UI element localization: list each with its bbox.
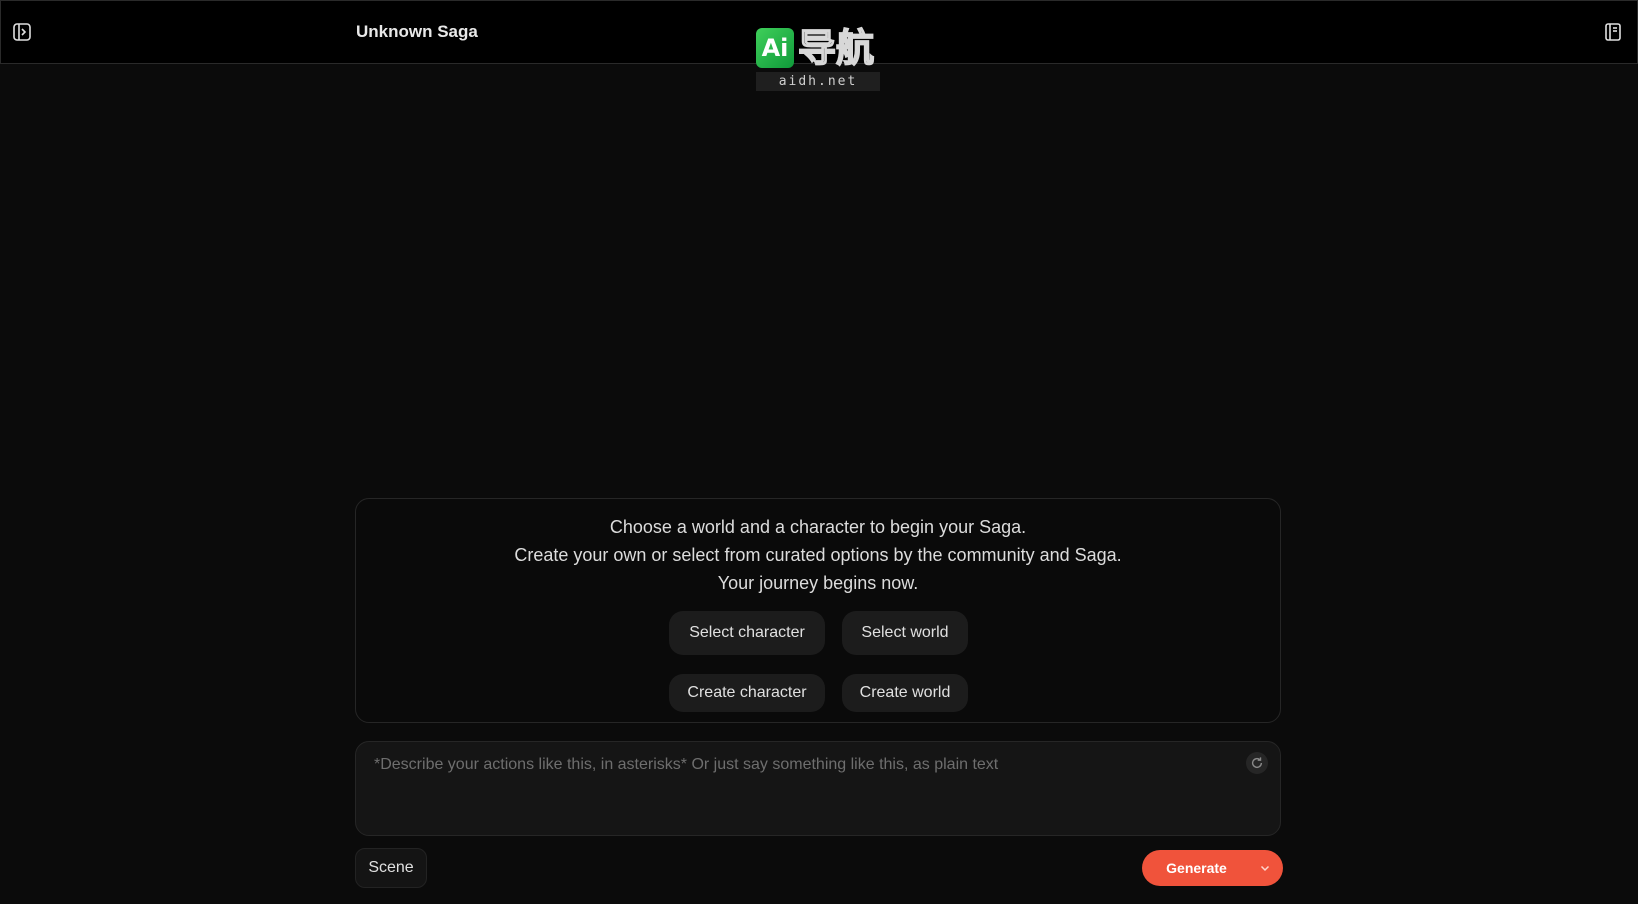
scene-button[interactable]: Scene bbox=[355, 848, 427, 888]
welcome-line-1: Choose a world and a character to begin … bbox=[609, 517, 1027, 537]
generate-button-group: Generate bbox=[1142, 850, 1283, 886]
notebook-icon[interactable] bbox=[1601, 20, 1625, 44]
watermark-badge: Ai bbox=[756, 28, 794, 68]
watermark-chinese-text: 导航 bbox=[797, 26, 875, 70]
create-world-button[interactable]: Create world bbox=[842, 674, 968, 712]
watermark-logo: Ai 导航 aidh.net bbox=[756, 26, 882, 92]
chevron-down-icon[interactable] bbox=[1247, 850, 1283, 886]
welcome-card: Choose a world and a character to begin … bbox=[355, 498, 1281, 723]
watermark-domain: aidh.net bbox=[756, 72, 880, 91]
welcome-line-3: Your journey begins now. bbox=[717, 573, 919, 593]
page-title: Unknown Saga bbox=[356, 22, 478, 41]
select-character-button[interactable]: Select character bbox=[669, 611, 825, 655]
create-character-button[interactable]: Create character bbox=[669, 674, 825, 712]
welcome-message: Choose a world and a character to begin … bbox=[356, 513, 1280, 597]
action-input-box bbox=[355, 741, 1281, 836]
refresh-icon[interactable] bbox=[1246, 752, 1268, 774]
sidebar-toggle-icon[interactable] bbox=[10, 20, 34, 44]
select-world-button[interactable]: Select world bbox=[842, 611, 968, 655]
generate-button[interactable]: Generate bbox=[1142, 850, 1247, 886]
welcome-line-2: Create your own or select from curated o… bbox=[514, 545, 1122, 565]
action-input[interactable] bbox=[372, 754, 1226, 828]
